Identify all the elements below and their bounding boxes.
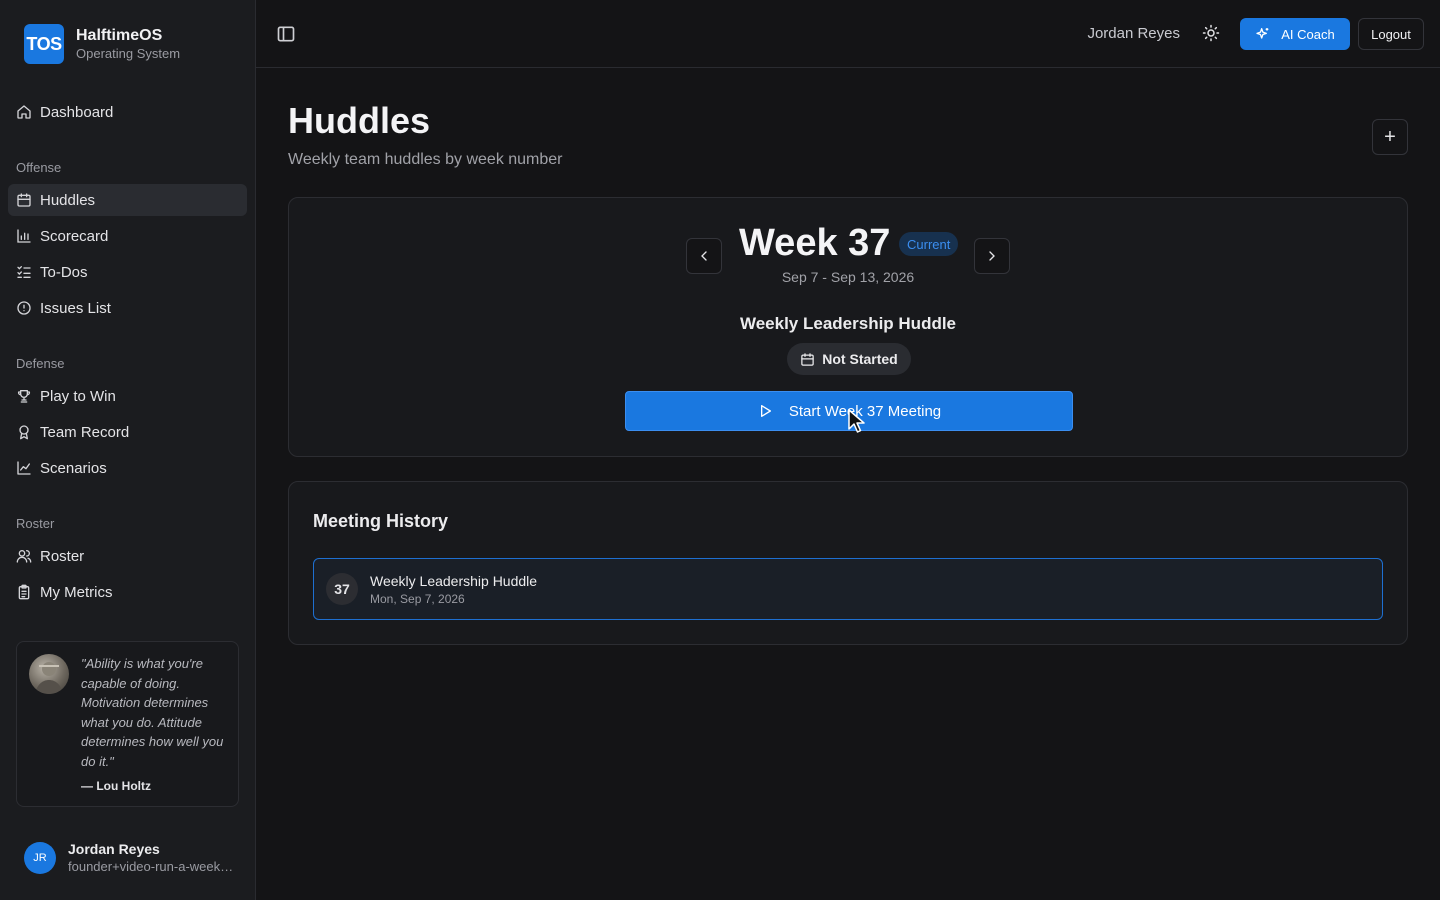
sidebar-item-team-record[interactable]: Team Record xyxy=(8,416,247,448)
status-badge: Current xyxy=(899,232,959,256)
ai-coach-label: AI Coach xyxy=(1281,26,1335,42)
sidebar-item-scenarios[interactable]: Scenarios xyxy=(8,452,247,484)
page-subtitle: Weekly team huddles by week number xyxy=(288,151,563,168)
sidebar-item-roster[interactable]: Roster xyxy=(8,540,247,572)
section-label-roster: Roster xyxy=(16,516,55,531)
ai-coach-button[interactable]: AI Coach xyxy=(1240,18,1350,50)
current-week-card: Week 37 Current Sep 7 - Sep 13, 2026 Wee… xyxy=(288,197,1408,457)
meeting-history-title: Meeting History xyxy=(313,511,449,531)
chevron-right-icon xyxy=(984,248,1000,264)
sidebar-item-label: Team Record xyxy=(40,423,130,441)
sparkles-icon xyxy=(1255,26,1271,42)
user-email: founder+video-run-a-week-ahead@halftimeo… xyxy=(68,859,234,874)
sidebar-item-scorecard[interactable]: Scorecard xyxy=(8,220,247,252)
quote-author: — Lou Holtz xyxy=(81,779,151,793)
sidebar-toggle-icon[interactable] xyxy=(276,24,296,44)
sidebar-item-label: To-Dos xyxy=(40,263,88,281)
trophy-icon xyxy=(16,388,32,404)
quote-text: "Ability is what you're capable of doing… xyxy=(81,656,224,769)
avatar: JR xyxy=(24,841,56,874)
sidebar-item-play-to-win[interactable]: Play to Win xyxy=(8,380,247,412)
checklist-icon xyxy=(16,264,32,280)
brand-subtitle: Operating System xyxy=(76,46,181,61)
sidebar-item-label: Scorecard xyxy=(40,227,109,245)
history-meeting-date: Mon, Sep 7, 2026 xyxy=(370,592,465,606)
calendar-icon xyxy=(16,192,32,208)
sidebar-item-label: Dashboard xyxy=(40,103,114,121)
sidebar-item-dashboard[interactable]: Dashboard xyxy=(8,96,247,128)
clipboard-icon xyxy=(16,584,32,600)
add-huddle-button[interactable]: + xyxy=(1372,119,1408,155)
sidebar-item-label: Issues List xyxy=(40,299,111,317)
history-meeting-name: Weekly Leadership Huddle xyxy=(370,573,538,589)
play-icon xyxy=(757,403,773,419)
brand-name: HalftimeOS xyxy=(76,27,163,44)
topbar: Jordan Reyes AI Coach Logout xyxy=(256,0,1440,68)
sun-icon[interactable] xyxy=(1202,24,1226,44)
sidebar-item-label: Play to Win xyxy=(40,387,116,405)
week-date-range: Sep 7 - Sep 13, 2026 xyxy=(781,269,915,285)
list-item[interactable]: 37 Weekly Leadership Huddle Mon, Sep 7, … xyxy=(313,558,1383,620)
meeting-status-label: Not Started xyxy=(822,351,898,367)
sidebar-item-label: My Metrics xyxy=(40,583,113,601)
sidebar: TOS HalftimeOS Operating System Dashboar… xyxy=(0,0,256,900)
home-icon xyxy=(16,104,32,120)
sidebar-item-todos[interactable]: To-Dos xyxy=(8,256,247,288)
brand[interactable]: TOS HalftimeOS Operating System xyxy=(24,24,180,64)
chevron-left-icon xyxy=(696,248,712,264)
bar-chart-icon xyxy=(16,228,32,244)
meeting-status: Not Started xyxy=(787,343,911,375)
brand-logo: TOS xyxy=(24,24,64,64)
top-user-name: Jordan Reyes xyxy=(1087,25,1180,42)
section-label-defense: Defense xyxy=(16,356,65,371)
page-title: Huddles xyxy=(288,100,431,141)
calendar-icon xyxy=(800,352,815,367)
meeting-name: Weekly Leadership Huddle xyxy=(739,314,957,333)
sidebar-item-label: Huddles xyxy=(40,191,96,209)
alert-circle-icon xyxy=(16,300,32,316)
sidebar-item-label: Scenarios xyxy=(40,459,107,477)
week-number-badge: 37 xyxy=(326,573,358,605)
logout-button[interactable]: Logout xyxy=(1358,18,1424,50)
user-name: Jordan Reyes xyxy=(68,841,160,857)
meeting-history-card: Meeting History 37 Weekly Leadership Hud… xyxy=(288,481,1408,645)
quote-card: "Ability is what you're capable of doing… xyxy=(16,641,239,807)
week-title: Week 37 xyxy=(739,222,891,264)
section-label-offense: Offense xyxy=(16,160,62,175)
line-chart-icon xyxy=(16,460,32,476)
sidebar-item-my-metrics[interactable]: My Metrics xyxy=(8,576,247,608)
mouse-cursor-icon xyxy=(847,408,867,434)
quote-author-photo xyxy=(29,654,69,694)
sidebar-item-label: Roster xyxy=(40,547,85,565)
sidebar-item-issues-list[interactable]: Issues List xyxy=(8,292,247,324)
user-profile[interactable]: JR Jordan Reyes founder+video-run-a-week… xyxy=(24,840,234,875)
award-icon xyxy=(16,424,32,440)
users-icon xyxy=(16,548,32,564)
sidebar-item-huddles[interactable]: Huddles xyxy=(8,184,247,216)
